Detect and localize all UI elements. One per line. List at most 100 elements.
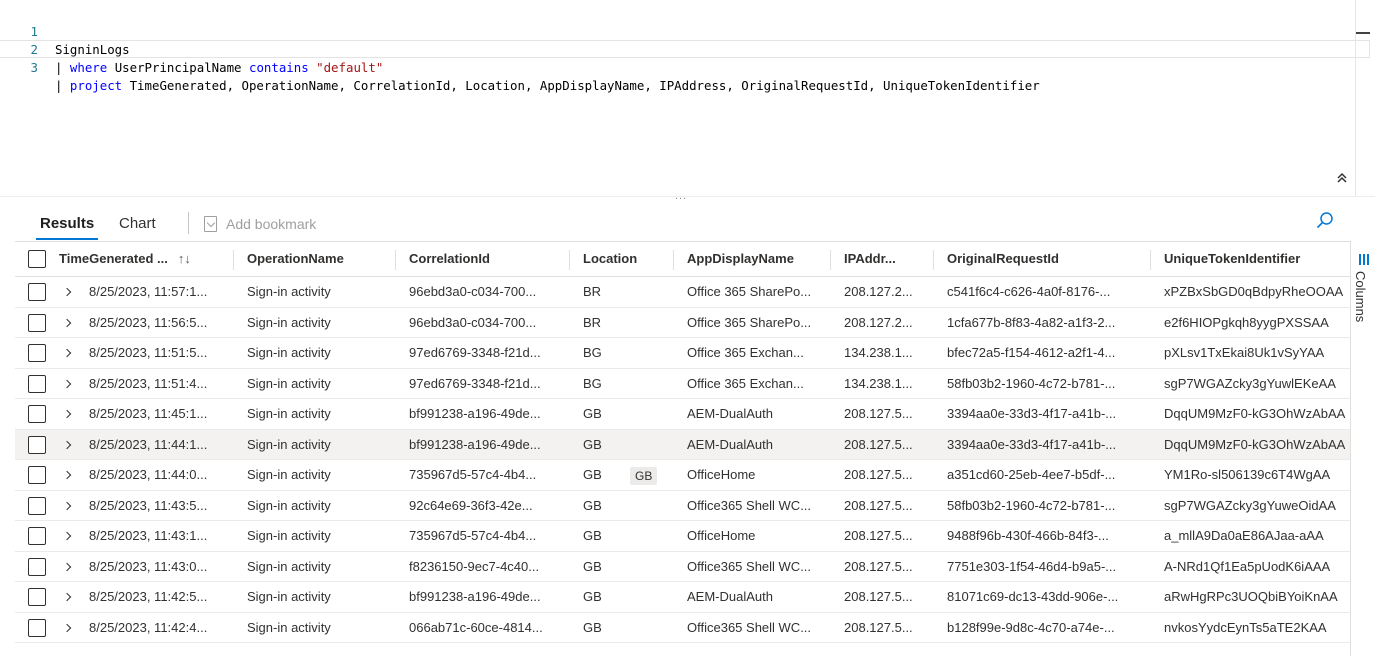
row-checkbox[interactable] — [28, 405, 46, 423]
cell-timegenerated: 8/25/2023, 11:43:5... — [89, 497, 208, 513]
column-separator[interactable] — [933, 250, 934, 270]
column-separator[interactable] — [569, 250, 570, 270]
cell-originalrequestid: 81071c69-dc13-43dd-906e-... — [947, 589, 1119, 604]
table-row[interactable]: 8/25/2023, 11:43:1... Sign-in activity 735… — [15, 521, 1350, 552]
splitter-grip[interactable]: ... — [675, 190, 687, 202]
cell-appdisplayname: Office365 Shell WC... — [687, 497, 812, 513]
column-separator[interactable] — [1150, 250, 1151, 270]
chevron-right-icon[interactable] — [62, 430, 74, 460]
column-separator[interactable] — [830, 250, 831, 270]
cell-ipaddress: 208.127.2... — [844, 284, 913, 299]
cell-originalrequestid: 9488f96b-430f-466b-84f3-... — [947, 528, 1109, 543]
cell-uniquetokenidentifier: sgP7WGAZcky3gYuwlEKeAA — [1164, 375, 1336, 391]
table-row[interactable]: 8/25/2023, 11:57:1... Sign-in activity 96e… — [15, 277, 1350, 308]
cell-operationname: Sign-in activity — [247, 467, 331, 482]
cell-location: BG — [583, 345, 602, 360]
cell-appdisplayname: Office 365 SharePo... — [687, 314, 812, 330]
code-line-3[interactable]: 3 | project TimeGenerated, OperationName… — [0, 40, 1370, 93]
chevron-right-icon[interactable] — [62, 308, 74, 338]
pane-splitter[interactable] — [0, 196, 1375, 197]
chevron-right-icon[interactable] — [62, 613, 74, 643]
code-line-1[interactable]: 1 SigninLogs — [0, 5, 1370, 57]
column-header-location[interactable]: Location — [583, 242, 673, 276]
cell-appdisplayname: Office365 Shell WC... — [687, 619, 812, 635]
cell-appdisplayname: AEM-DualAuth — [687, 589, 773, 604]
column-header-operationname[interactable]: OperationName — [247, 242, 397, 276]
chevron-right-icon[interactable] — [62, 460, 74, 490]
column-header-ipaddress[interactable]: IPAddr... — [844, 242, 924, 276]
cell-appdisplayname: AEM-DualAuth — [687, 436, 773, 452]
table-row[interactable]: 8/25/2023, 11:56:5... Sign-in activity 96e… — [15, 308, 1350, 338]
double-chevron-up-icon[interactable] — [1333, 171, 1351, 189]
cell-operationname: Sign-in activity — [247, 345, 331, 360]
row-checkbox[interactable] — [28, 557, 46, 576]
column-header-appdisplayname[interactable]: AppDisplayName — [687, 242, 827, 276]
chevron-right-icon[interactable] — [62, 582, 74, 612]
cell-operationname: Sign-in activity — [247, 406, 331, 421]
cell-originalrequestid: 58fb03b2-1960-4c72-b781-... — [947, 375, 1116, 391]
cell-operationname: Sign-in activity — [247, 436, 331, 452]
cell-uniquetokenidentifier: a_mllA9Da0aE86AJaa-aAA — [1164, 528, 1324, 543]
chevron-right-icon[interactable] — [62, 552, 74, 582]
column-separator[interactable] — [233, 250, 234, 270]
query-editor[interactable]: 1 SigninLogs 2 | where UserPrincipalName… — [0, 0, 1370, 196]
column-header-uniquetokenidentifier[interactable]: UniqueTokenIdentifier — [1164, 242, 1350, 276]
table-row[interactable]: 8/25/2023, 11:43:0... Sign-in activity f82… — [15, 552, 1350, 582]
row-checkbox[interactable] — [28, 344, 46, 362]
cell-correlationid: 92c64e69-36f3-42e... — [409, 497, 533, 513]
table-row[interactable]: 8/25/2023, 11:45:1... Sign-in activity bf9… — [15, 399, 1350, 430]
columns-panel-toggle[interactable]: Columns — [1353, 271, 1368, 322]
column-header-timegenerated[interactable]: TimeGenerated ... ↑↓ — [59, 242, 229, 276]
columns-side-panel: Columns — [1350, 241, 1375, 656]
table-row[interactable]: 8/25/2023, 11:44:1... Sign-in activity bf9… — [15, 429, 1350, 460]
chevron-right-icon[interactable] — [62, 491, 74, 521]
search-icon[interactable] — [1314, 210, 1336, 232]
editor-scrollbar[interactable] — [1355, 0, 1356, 196]
row-checkbox[interactable] — [28, 588, 46, 606]
code-text: | project TimeGenerated, OperationName, … — [55, 78, 1040, 93]
chevron-right-icon[interactable] — [62, 338, 74, 368]
row-checkbox[interactable] — [28, 618, 46, 637]
chevron-right-icon[interactable] — [62, 521, 74, 551]
cell-originalrequestid: bfec72a5-f154-4612-a2f1-4... — [947, 345, 1116, 360]
row-checkbox[interactable] — [28, 283, 46, 301]
code-line-2[interactable]: 2 | where UserPrincipalName contains "de… — [0, 23, 1370, 75]
select-all-checkbox[interactable] — [28, 250, 46, 268]
column-separator[interactable] — [395, 250, 396, 270]
toolbar-divider — [188, 212, 189, 234]
cell-timegenerated: 8/25/2023, 11:42:5... — [89, 589, 208, 604]
row-checkbox[interactable] — [28, 496, 46, 515]
table-row[interactable]: 8/25/2023, 11:42:4... Sign-in activity 066… — [15, 613, 1350, 643]
table-row[interactable]: 8/25/2023, 11:51:5... Sign-in activity 97e… — [15, 338, 1350, 369]
column-header-correlationid[interactable]: CorrelationId — [409, 242, 569, 276]
row-checkbox[interactable] — [28, 374, 46, 393]
column-header-originalrequestid[interactable]: OriginalRequestId — [947, 242, 1147, 276]
table-row[interactable]: 8/25/2023, 11:42:5... Sign-in activity bf9… — [15, 582, 1350, 613]
table-row[interactable]: 8/25/2023, 11:51:4... Sign-in activity 97e… — [15, 369, 1350, 399]
chevron-right-icon[interactable] — [62, 277, 74, 307]
cell-ipaddress: 208.127.5... — [844, 436, 913, 452]
table-row[interactable]: 8/25/2023, 11:43:5... Sign-in activity 92c… — [15, 491, 1350, 521]
chevron-right-icon[interactable] — [62, 369, 74, 399]
row-checkbox[interactable] — [28, 527, 46, 545]
cell-uniquetokenidentifier: nvkosYydcEynTs5aTE2KAA — [1164, 619, 1327, 635]
add-bookmark-button[interactable]: Add bookmark — [204, 214, 316, 234]
tab-results[interactable]: Results — [36, 208, 99, 240]
sort-icon[interactable]: ↑↓ — [178, 251, 191, 266]
cell-uniquetokenidentifier: DqqUM9MzF0-kG3OhWzAbAA — [1164, 406, 1346, 421]
cell-operationname: Sign-in activity — [247, 375, 331, 391]
chevron-right-icon[interactable] — [62, 399, 74, 429]
row-checkbox[interactable] — [28, 313, 46, 332]
line-number: 3 — [30, 60, 38, 75]
tab-chart[interactable]: Chart — [119, 208, 156, 240]
cell-location: GB — [583, 497, 602, 513]
table-row[interactable]: 8/25/2023, 11:44:0... Sign-in activity 735… — [15, 460, 1350, 491]
column-separator[interactable] — [673, 250, 674, 270]
cell-uniquetokenidentifier: e2f6HIOPgkqh8yygPXSSAA — [1164, 314, 1329, 330]
cell-operationname: Sign-in activity — [247, 497, 331, 513]
columns-icon[interactable] — [1359, 254, 1371, 265]
selected-tab-indicator — [36, 238, 99, 240]
cell-location: BG — [583, 375, 602, 391]
row-checkbox[interactable] — [28, 466, 46, 484]
row-checkbox[interactable] — [28, 435, 46, 454]
